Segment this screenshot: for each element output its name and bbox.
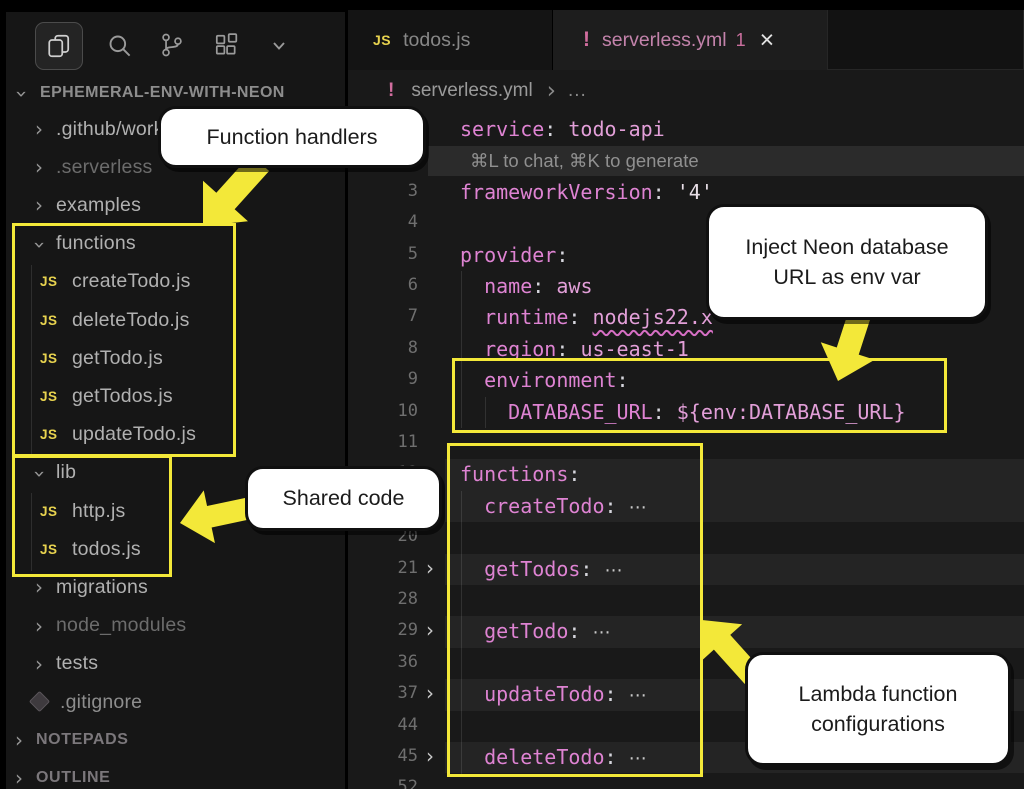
line-number: 3 [348, 181, 418, 201]
highlight-box-functions-folder [12, 223, 236, 457]
tree-item-label: .gitignore [60, 691, 142, 714]
chevron-right-icon: › [28, 157, 50, 177]
code-text: provider: [460, 243, 568, 267]
line-number: 8 [348, 338, 418, 358]
fold-chevron-icon[interactable]: › [426, 618, 446, 642]
cursor-window: › EPHEMERAL-ENV-WITH-NEON ›.github/workf… [0, 0, 1024, 789]
line-number: 7 [348, 306, 418, 326]
tab-serverless-yml[interactable]: ! serverless.yml 1 × [553, 10, 827, 70]
chevron-right-icon: › [8, 730, 30, 750]
tree-item-node-modules[interactable]: › node_modules [6, 607, 345, 645]
yaml-file-icon: ! [583, 28, 590, 52]
line-number: 10 [348, 401, 418, 421]
line-number: 44 [348, 715, 418, 735]
line-number: 45 [348, 746, 418, 766]
code-text: frameworkVersion: '4' [460, 180, 713, 204]
breadcrumb[interactable]: ! serverless.yml › ... [348, 70, 1024, 112]
line-number: 29 [348, 620, 418, 640]
tab-modified-badge: 1 [736, 30, 746, 51]
line-number: 5 [348, 244, 418, 264]
chevron-right-icon: › [28, 577, 50, 597]
chevron-right-icon: › [547, 78, 556, 104]
tab-bar: JS todos.js ! serverless.yml 1 × [348, 10, 1024, 70]
section-label: OUTLINE [36, 769, 110, 787]
chevron-right-icon: › [28, 119, 50, 139]
code-text: service: todo-api [460, 117, 665, 141]
code-line-1[interactable]: 1service: todo-api [348, 114, 1024, 145]
ai-hint-text: ⌘L to chat, ⌘K to generate [470, 150, 699, 172]
sidebar-section-notepads[interactable]: › NOTEPADS [6, 721, 345, 759]
tab-todos-js[interactable]: JS todos.js [348, 10, 553, 70]
tree-item-tests[interactable]: › tests [6, 645, 345, 683]
chevron-right-icon: › [28, 195, 50, 215]
tab-label: serverless.yml [602, 29, 727, 52]
fold-chevron-icon[interactable]: › [426, 681, 446, 705]
line-number: 36 [348, 652, 418, 672]
highlight-box-environment [452, 358, 947, 433]
breadcrumb-file[interactable]: serverless.yml [411, 80, 532, 102]
section-label: NOTEPADS [36, 731, 129, 749]
tab-bar-empty-area [827, 10, 1024, 70]
chevron-right-icon: › [28, 616, 50, 636]
callout-shared-code: Shared code [245, 466, 442, 531]
line-number: 28 [348, 589, 418, 609]
tree-item-label: migrations [56, 576, 148, 599]
line-number: 52 [348, 777, 418, 789]
ai-hint-bar: ⌘L to chat, ⌘K to generate [428, 146, 1024, 175]
sidebar-section-outline[interactable]: › OUTLINE [6, 759, 345, 789]
js-file-icon: JS [373, 32, 391, 48]
fold-chevron-icon[interactable]: › [426, 556, 446, 580]
line-number: 6 [348, 275, 418, 295]
chevron-right-icon: › [8, 768, 30, 788]
line-number: 9 [348, 369, 418, 389]
callout-lambda-config: Lambda function configurations [745, 652, 1011, 766]
line-number: 21 [348, 558, 418, 578]
close-icon[interactable]: × [760, 28, 775, 53]
tree-item-label: tests [56, 652, 98, 675]
chevron-right-icon: › [28, 654, 50, 674]
code-line-2[interactable]: 2⌘L to chat, ⌘K to generate [348, 145, 1024, 176]
breadcrumb-more[interactable]: ... [568, 80, 587, 102]
tree-item-label: node_modules [56, 614, 186, 637]
highlight-box-lib-folder [12, 455, 172, 577]
code-text: runtime: nodejs22.x [460, 305, 713, 329]
tree-item-label: examples [56, 194, 141, 217]
fold-chevron-icon[interactable]: › [426, 744, 446, 768]
line-number: 4 [348, 212, 418, 232]
callout-inject-neon: Inject Neon database URL as env var [706, 204, 988, 320]
tree-item-label: .serverless [56, 156, 152, 179]
callout-function-handlers: Function handlers [158, 106, 426, 168]
code-text: name: aws [460, 274, 592, 298]
tree-item--gitignore[interactable]: .gitignore [6, 683, 345, 721]
tree-item-examples[interactable]: › examples [6, 186, 345, 224]
line-number: 11 [348, 432, 418, 452]
yaml-file-icon: ! [388, 80, 394, 102]
line-number: 37 [348, 683, 418, 703]
tab-label: todos.js [403, 29, 470, 52]
highlight-box-functions-config [447, 443, 703, 777]
